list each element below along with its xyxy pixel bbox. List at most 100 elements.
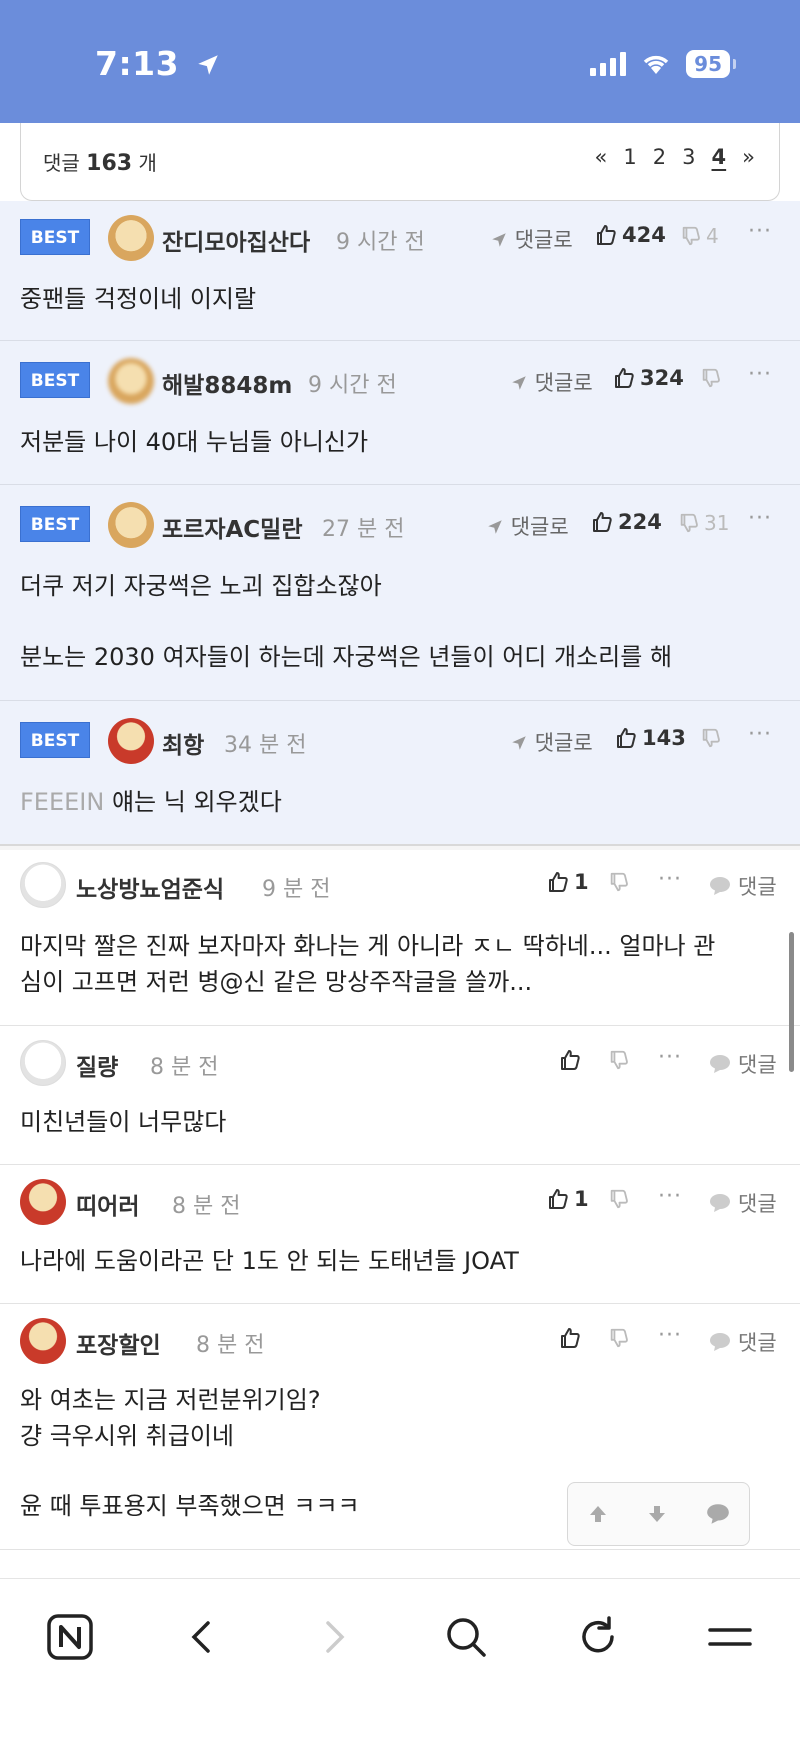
dislike-button[interactable]: 31 — [678, 511, 729, 535]
reply-link[interactable]: 댓글로 — [490, 224, 573, 254]
avatar[interactable] — [20, 1179, 66, 1225]
comment-time: 27 분 전 — [322, 517, 405, 542]
more-options-button[interactable]: ··· — [658, 1045, 682, 1070]
best-comment: BEST 잔디모아집산다 9 시간 전 댓글로 424 4 ··· 중팬들 걱정… — [0, 201, 800, 341]
page-last-button[interactable]: » — [742, 145, 755, 169]
reply-link[interactable]: 댓글로 — [510, 727, 593, 757]
clock-text: 7:13 — [95, 44, 180, 83]
comment-time: 34 분 전 — [224, 733, 307, 758]
avatar[interactable] — [108, 502, 154, 548]
location-arrow-icon — [492, 233, 506, 247]
page-2-button[interactable]: 2 — [653, 145, 666, 169]
menu-icon[interactable] — [702, 1609, 758, 1665]
like-button[interactable]: 1 — [546, 1187, 589, 1211]
more-options-button[interactable]: ··· — [748, 362, 772, 387]
avatar[interactable] — [20, 862, 66, 908]
thumbs-up-icon — [617, 728, 636, 748]
more-options-button[interactable]: ··· — [748, 722, 772, 747]
search-icon[interactable] — [438, 1609, 494, 1665]
like-count: 224 — [618, 510, 662, 534]
page-first-button[interactable]: « — [595, 145, 608, 169]
comment-nick[interactable]: 노상방뇨엄준식 — [76, 870, 224, 904]
dislike-button[interactable] — [608, 871, 630, 893]
down-arrow-icon[interactable] — [645, 1502, 669, 1526]
up-arrow-icon[interactable] — [586, 1502, 610, 1526]
comment-nick[interactable]: 포장할인 — [76, 1326, 161, 1360]
wifi-icon — [643, 55, 669, 74]
best-badge: BEST — [20, 722, 90, 758]
comment-nick[interactable]: 최항 — [162, 726, 204, 760]
avatar[interactable] — [20, 1318, 66, 1364]
reply-link[interactable]: 댓글로 — [510, 367, 593, 397]
comment-nick[interactable]: 질량 — [76, 1048, 118, 1082]
thumbs-up-icon — [561, 1328, 580, 1348]
comment-icon[interactable] — [705, 1502, 731, 1526]
mention-tag[interactable]: FEEEIN — [20, 788, 104, 816]
thumbs-down-icon — [680, 513, 698, 533]
thumbs-down-icon — [610, 1050, 628, 1070]
dislike-button[interactable] — [700, 727, 722, 749]
dislike-button[interactable]: 4 — [680, 224, 719, 248]
reload-icon[interactable] — [570, 1609, 626, 1665]
like-button[interactable]: 424 — [594, 223, 666, 247]
more-options-button[interactable]: ··· — [748, 219, 772, 244]
more-options-button[interactable]: ··· — [658, 867, 682, 892]
dislike-button[interactable] — [608, 1049, 630, 1071]
comment-time: 9 분 전 — [262, 877, 331, 902]
reply-link-label: 댓글로 — [514, 228, 573, 252]
comment: 노상방뇨엄준식 9 분 전 1 ··· 댓글 마지막 짤은 진짜 보자마자 화나… — [0, 850, 800, 1026]
dislike-button[interactable] — [608, 1327, 630, 1349]
like-button[interactable]: 1 — [546, 870, 589, 894]
comment-text-line-3: 윤 때 투표용지 부족했으면 ㅋㅋㅋ — [20, 1492, 360, 1520]
thumbs-up-icon — [593, 512, 612, 532]
comment-text: 미친년들이 너무많다 — [20, 1108, 227, 1136]
dislike-button[interactable] — [608, 1188, 630, 1210]
dislike-button[interactable] — [700, 367, 722, 389]
like-button[interactable]: 143 — [614, 726, 686, 750]
back-icon[interactable] — [174, 1609, 230, 1665]
more-options-button[interactable]: ··· — [658, 1184, 682, 1209]
comment-text: 저분들 나이 40대 누님들 아니신가 — [20, 428, 369, 456]
naver-home-icon[interactable] — [42, 1609, 98, 1665]
comment: 띠어러 8 분 전 1 ··· 댓글 나라에 도움이라곤 단 1도 안 되는 도… — [0, 1165, 800, 1304]
forward-icon[interactable] — [306, 1609, 362, 1665]
location-arrow-icon — [198, 55, 218, 75]
comment-text-line-1: 와 여초는 지금 저런분위기임? — [20, 1386, 321, 1414]
reply-button-label: 댓글 — [738, 1053, 777, 1077]
best-comments-section: BEST 잔디모아집산다 9 시간 전 댓글로 424 4 ··· 중팬들 걱정… — [0, 201, 800, 844]
comment-nick[interactable]: 포르자AC밀란 — [162, 510, 302, 544]
page-4-button-current[interactable]: 4 — [712, 145, 727, 169]
comment-time: 8 분 전 — [196, 1333, 265, 1358]
reply-button[interactable]: 댓글 — [708, 1049, 777, 1079]
like-button[interactable] — [558, 1048, 582, 1072]
comment-count-number: 163 — [86, 151, 133, 176]
comment-nick[interactable]: 잔디모아집산다 — [162, 223, 310, 257]
scrollbar[interactable] — [789, 932, 794, 1072]
like-button[interactable]: 324 — [612, 366, 684, 390]
comment-nick[interactable]: 해발8848m — [162, 366, 292, 400]
reply-button[interactable]: 댓글 — [708, 1327, 777, 1357]
comment-nick[interactable]: 띠어러 — [76, 1187, 139, 1221]
thumbs-up-icon — [615, 368, 634, 388]
comment: 질량 8 분 전 ··· 댓글 미친년들이 너무많다 — [0, 1026, 800, 1165]
avatar[interactable] — [108, 358, 154, 404]
comment-time: 8 분 전 — [150, 1055, 219, 1080]
like-button[interactable] — [558, 1326, 582, 1350]
more-options-button[interactable]: ··· — [748, 506, 772, 531]
avatar[interactable] — [20, 1040, 66, 1086]
avatar[interactable] — [108, 718, 154, 764]
speech-bubble-icon — [710, 1194, 730, 1212]
comment-text-line-2: 분노는 2030 여자들이 하는데 자궁썩은 년들이 어디 개소리를 해 — [20, 643, 673, 671]
page-3-button[interactable]: 3 — [682, 145, 695, 169]
reply-button[interactable]: 댓글 — [708, 1188, 777, 1218]
reply-link[interactable]: 댓글로 — [486, 511, 569, 541]
like-button[interactable]: 224 — [590, 510, 662, 534]
more-options-button[interactable]: ··· — [658, 1323, 682, 1348]
reply-button[interactable]: 댓글 — [708, 871, 777, 901]
comment-text-line-2: 걍 극우시위 취급이네 — [20, 1422, 234, 1450]
page-1-button[interactable]: 1 — [623, 145, 636, 169]
dislike-count: 31 — [704, 511, 730, 535]
best-badge: BEST — [20, 219, 90, 255]
comment-count-bar: 댓글 163 개 « 1 2 3 4 » — [20, 123, 780, 201]
avatar[interactable] — [108, 215, 154, 261]
